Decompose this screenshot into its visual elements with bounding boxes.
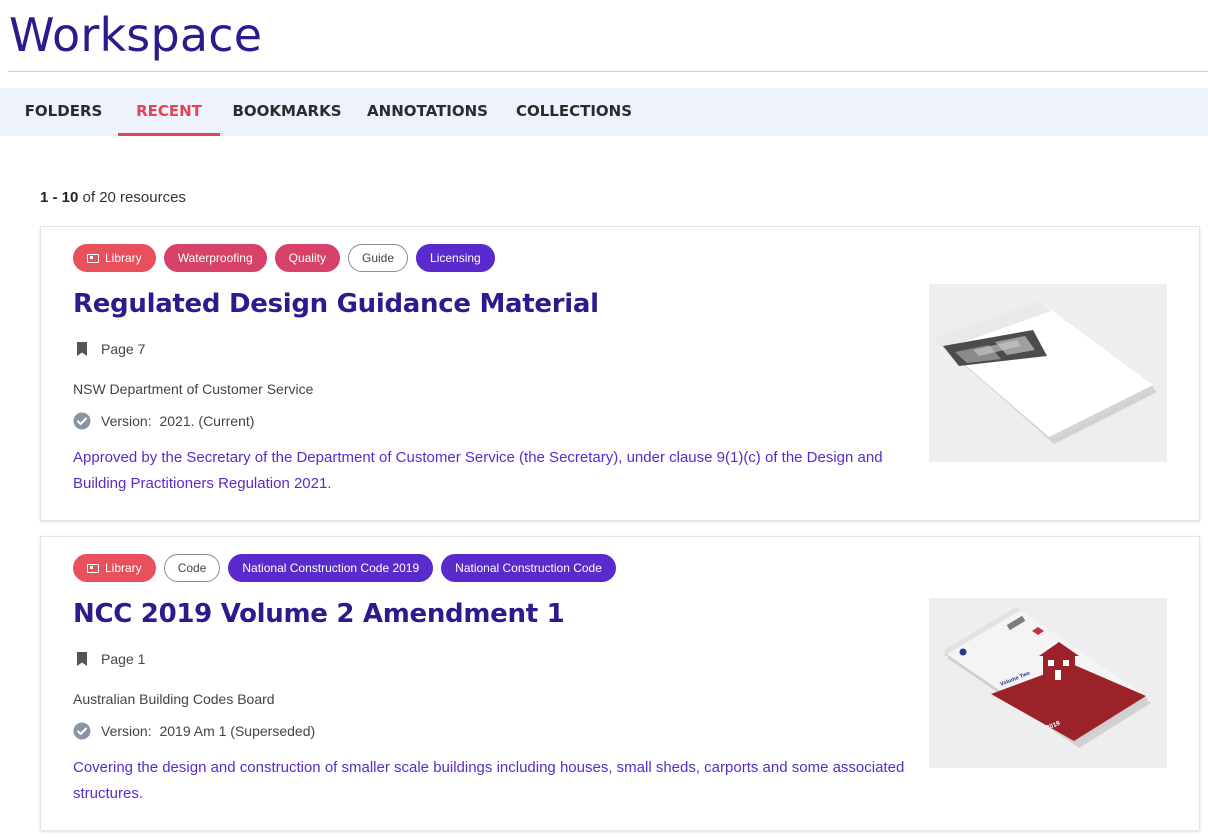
version-label: Version:	[101, 723, 152, 739]
tab-folders[interactable]: FOLDERS	[16, 88, 111, 136]
tab-recent[interactable]: RECENT	[118, 88, 220, 136]
bookmark-icon	[77, 342, 87, 356]
book-cover-image: Volume Two 2019	[929, 598, 1167, 768]
page-number: Page 1	[101, 651, 146, 667]
title-divider	[8, 71, 1208, 72]
tab-bar: FOLDERS RECENT BOOKMARKS ANNOTATIONS COL…	[0, 88, 1208, 136]
tag-quality[interactable]: Quality	[274, 244, 340, 272]
library-icon	[87, 253, 99, 263]
bookmark-icon	[77, 652, 87, 666]
result-range: 1 - 10	[40, 189, 79, 206]
version-row: Version: 2021. (Current)	[73, 412, 254, 430]
result-total: of 20 resources	[82, 189, 186, 206]
library-icon	[87, 563, 99, 573]
resource-description: Approved by the Secretary of the Departm…	[73, 449, 883, 492]
tab-collections[interactable]: COLLECTIONS	[508, 88, 640, 136]
tag-code[interactable]: Code	[163, 554, 221, 582]
cover-thumbnail[interactable]	[929, 284, 1167, 462]
resource-description: Covering the design and construction of …	[73, 759, 905, 802]
version-value: 2019 Am 1 (Superseded)	[159, 723, 316, 739]
page-reference[interactable]: Page 1	[73, 650, 145, 668]
tab-annotations[interactable]: ANNOTATIONS	[361, 88, 494, 136]
tag-list: Library Waterproofing Quality Guide Lice…	[73, 244, 495, 272]
tag-library[interactable]: Library	[73, 244, 156, 272]
tag-guide[interactable]: Guide	[347, 244, 409, 272]
version-row: Version: 2019 Am 1 (Superseded)	[73, 722, 315, 740]
tag-licensing[interactable]: Licensing	[416, 244, 495, 272]
page-title: Workspace	[9, 8, 263, 62]
book-cover-image	[929, 284, 1167, 462]
resource-title[interactable]: Regulated Design Guidance Material	[73, 289, 599, 319]
tag-ncc[interactable]: National Construction Code	[441, 554, 616, 582]
tag-ncc-2019[interactable]: National Construction Code 2019	[228, 554, 434, 582]
check-circle-icon	[73, 412, 91, 430]
result-count: 1 - 10 of 20 resources	[40, 189, 186, 206]
tab-bookmarks[interactable]: BOOKMARKS	[227, 88, 347, 136]
check-circle-icon	[73, 722, 91, 740]
tag-label: Library	[105, 561, 142, 575]
tag-waterproofing[interactable]: Waterproofing	[163, 244, 267, 272]
page-reference[interactable]: Page 7	[73, 340, 145, 358]
publisher: NSW Department of Customer Service	[73, 381, 314, 397]
page-number: Page 7	[101, 341, 146, 357]
cover-thumbnail[interactable]: Volume Two 2019	[929, 598, 1167, 768]
resource-card: Library Code National Construction Code …	[40, 536, 1200, 831]
resource-title[interactable]: NCC 2019 Volume 2 Amendment 1	[73, 599, 565, 629]
tag-label: Library	[105, 251, 142, 265]
version-value: 2021. (Current)	[159, 413, 255, 429]
publisher: Australian Building Codes Board	[73, 691, 275, 707]
version-label: Version:	[101, 413, 152, 429]
tag-library[interactable]: Library	[73, 554, 156, 582]
tag-list: Library Code National Construction Code …	[73, 554, 616, 582]
resource-card: Library Waterproofing Quality Guide Lice…	[40, 226, 1200, 521]
